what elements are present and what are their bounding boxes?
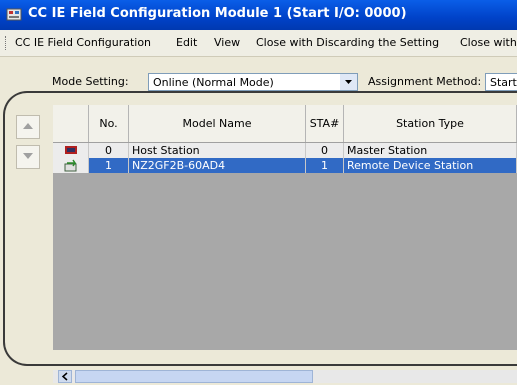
assignment-method-value: Start, bbox=[490, 76, 517, 89]
row-icon-cell bbox=[53, 158, 89, 173]
header-model-name[interactable]: Model Name bbox=[129, 105, 306, 142]
menu-close-discard[interactable]: Close with Discarding the Setting bbox=[256, 36, 439, 49]
cell-model-name: NZ2GF2B-60AD4 bbox=[129, 158, 306, 173]
cell-sta: 1 bbox=[306, 158, 344, 173]
mode-setting-label: Mode Setting: bbox=[52, 75, 129, 88]
mode-setting-value: Online (Normal Mode) bbox=[153, 76, 274, 89]
chevron-down-icon[interactable] bbox=[340, 74, 357, 90]
menu-view[interactable]: View bbox=[214, 36, 240, 49]
toolbar-grip bbox=[5, 36, 9, 50]
chevron-left-icon bbox=[61, 372, 68, 381]
station-table: No. Model Name STA# Station Type 0 Host … bbox=[53, 105, 517, 350]
cell-station-type: Remote Device Station bbox=[344, 158, 517, 173]
cell-station-type: Master Station bbox=[344, 143, 517, 158]
table-row[interactable]: 1 NZ2GF2B-60AD4 1 Remote Device Station bbox=[53, 158, 517, 173]
assignment-method-select[interactable]: Start, bbox=[485, 73, 517, 91]
triangle-up-icon bbox=[23, 123, 33, 129]
triangle-down-icon bbox=[23, 153, 33, 159]
cell-model-name: Host Station bbox=[129, 143, 306, 158]
move-up-button[interactable] bbox=[16, 115, 40, 139]
table-row[interactable]: 0 Host Station 0 Master Station bbox=[53, 143, 517, 158]
table-header: No. Model Name STA# Station Type bbox=[53, 105, 517, 143]
app-icon bbox=[6, 8, 22, 21]
host-station-icon bbox=[65, 146, 77, 154]
menu-edit[interactable]: Edit bbox=[176, 36, 197, 49]
row-icon-cell bbox=[53, 143, 89, 158]
menu-cc-ie-field-configuration[interactable]: CC IE Field Configuration bbox=[15, 36, 151, 49]
mode-setting-select[interactable]: Online (Normal Mode) bbox=[148, 73, 358, 91]
scroll-left-button[interactable] bbox=[58, 370, 72, 383]
cell-sta: 0 bbox=[306, 143, 344, 158]
header-station-type[interactable]: Station Type bbox=[344, 105, 517, 142]
menu-bar: CC IE Field Configuration Edit View Clos… bbox=[0, 30, 517, 57]
cell-no: 0 bbox=[89, 143, 129, 158]
remote-device-icon bbox=[64, 159, 77, 172]
row-move-buttons bbox=[16, 115, 40, 175]
menu-close-with[interactable]: Close with bbox=[460, 36, 517, 49]
header-icon-col bbox=[53, 105, 89, 142]
header-no[interactable]: No. bbox=[89, 105, 129, 142]
title-bar: CC IE Field Configuration Module 1 (Star… bbox=[0, 0, 517, 30]
horizontal-scrollbar[interactable] bbox=[53, 370, 517, 383]
window-title: CC IE Field Configuration Module 1 (Star… bbox=[28, 6, 407, 21]
cell-no: 1 bbox=[89, 158, 129, 173]
assignment-method-label: Assignment Method: bbox=[368, 75, 482, 88]
header-sta[interactable]: STA# bbox=[306, 105, 344, 142]
scroll-thumb[interactable] bbox=[75, 370, 313, 383]
move-down-button[interactable] bbox=[16, 145, 40, 169]
